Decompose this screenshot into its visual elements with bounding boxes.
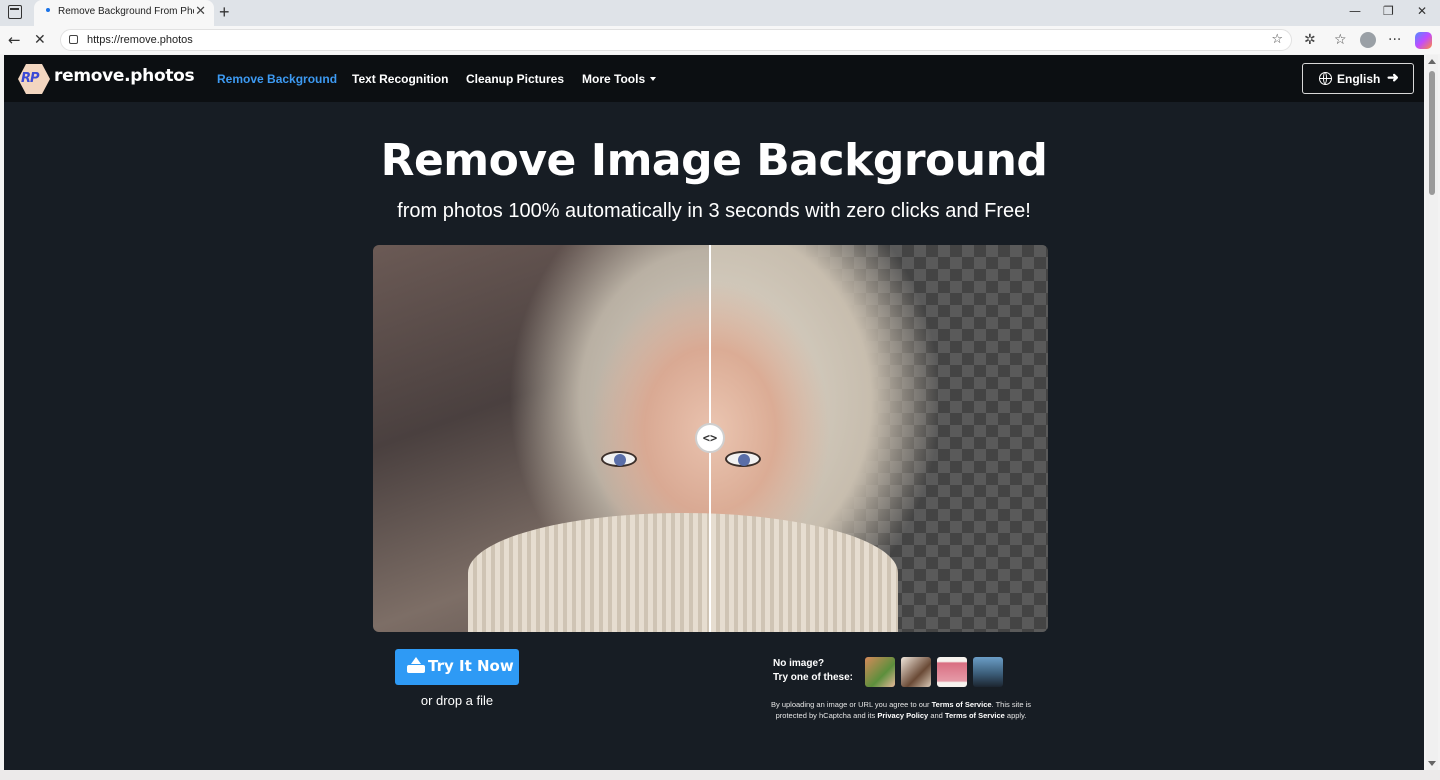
globe-icon <box>1319 72 1332 85</box>
back-icon[interactable]: ← <box>8 30 21 50</box>
sample-image-car[interactable] <box>973 657 1003 687</box>
upload-icon <box>407 657 425 673</box>
page-scrollbar[interactable] <box>1426 55 1438 770</box>
no-image-line2: Try one of these: <box>773 672 854 683</box>
site-header: RP remove.photos Remove Background Text … <box>4 55 1424 102</box>
favorites-icon[interactable]: ☆ <box>1334 31 1347 49</box>
brand-name[interactable]: remove.photos <box>54 66 195 86</box>
try-it-now-label: Try It Now <box>428 657 514 675</box>
scroll-up-icon[interactable] <box>1428 59 1436 64</box>
new-tab-button[interactable]: + <box>219 2 230 22</box>
nav-more-tools-label: More Tools <box>582 72 646 86</box>
page-viewport: RP remove.photos Remove Background Text … <box>4 55 1424 770</box>
browser-tab[interactable]: Remove Background From Photos ✕ <box>34 0 214 26</box>
lock-icon <box>69 35 78 44</box>
profile-avatar[interactable] <box>1360 32 1376 48</box>
slider-handle[interactable]: <> <box>695 423 725 453</box>
try-it-now-button[interactable]: Try It Now <box>395 649 519 685</box>
address-bar: ← ✕ https://remove.photos ☆ ✲ ☆ ··· <box>0 26 1440 54</box>
language-button[interactable]: English ➜ <box>1302 63 1414 94</box>
before-after-comparison[interactable]: <> <box>373 245 1048 632</box>
taskbar-edge <box>0 770 1440 780</box>
left-eye-shape <box>601 451 637 467</box>
tab-close-icon[interactable]: ✕ <box>195 4 206 20</box>
nav-text-recognition[interactable]: Text Recognition <box>352 72 448 86</box>
copilot-icon[interactable] <box>1415 32 1432 49</box>
no-image-prompt: No image? Try one of these: <box>773 657 853 685</box>
drop-file-text: or drop a file <box>420 693 494 708</box>
caret-down-icon <box>650 77 657 81</box>
sample-image-phone[interactable] <box>937 657 967 687</box>
tab-title: Remove Background From Photos <box>58 6 194 17</box>
favicon-icon <box>46 8 50 12</box>
page-subtitle: from photos 100% automatically in 3 seco… <box>397 200 1031 222</box>
minimize-button[interactable]: — <box>1349 4 1361 18</box>
scroll-down-icon[interactable] <box>1428 761 1436 766</box>
arrow-right-icon: ➜ <box>1387 69 1399 85</box>
sweater-shape <box>468 513 898 632</box>
browser-tab-bar: Remove Background From Photos ✕ + — ❐ ✕ <box>0 0 1440 26</box>
url-field[interactable]: https://remove.photos ☆ <box>60 29 1292 51</box>
language-label: English <box>1337 72 1381 86</box>
nav-cleanup-pictures[interactable]: Cleanup Pictures <box>466 72 564 86</box>
sample-image-woman[interactable] <box>865 657 895 687</box>
logo-icon[interactable]: RP <box>18 64 50 94</box>
no-image-line1: No image? <box>773 658 825 669</box>
extensions-icon[interactable]: ✲ <box>1304 31 1316 49</box>
restore-button[interactable]: ❐ <box>1383 4 1394 18</box>
nav-remove-background[interactable]: Remove Background <box>217 72 337 86</box>
privacy-policy-link[interactable]: Privacy Policy <box>877 711 928 720</box>
sidebar-toggle-icon[interactable] <box>8 5 22 19</box>
terms-of-service-link-2[interactable]: Terms of Service <box>945 711 1005 720</box>
terms-notice: By uploading an image or URL you agree t… <box>770 700 1031 720</box>
stop-loading-icon[interactable]: ✕ <box>34 30 46 50</box>
page-title: Remove Image Background <box>380 135 1048 186</box>
terms-of-service-link[interactable]: Terms of Service <box>932 700 992 709</box>
favorite-star-icon[interactable]: ☆ <box>1271 32 1283 47</box>
close-window-button[interactable]: ✕ <box>1417 4 1427 18</box>
right-eye-shape <box>725 451 761 467</box>
sample-image-dog[interactable] <box>901 657 931 687</box>
url-text: https://remove.photos <box>87 34 193 46</box>
scroll-thumb[interactable] <box>1429 71 1435 195</box>
nav-more-tools[interactable]: More Tools <box>582 72 657 86</box>
menu-dots-icon[interactable]: ··· <box>1388 31 1401 49</box>
